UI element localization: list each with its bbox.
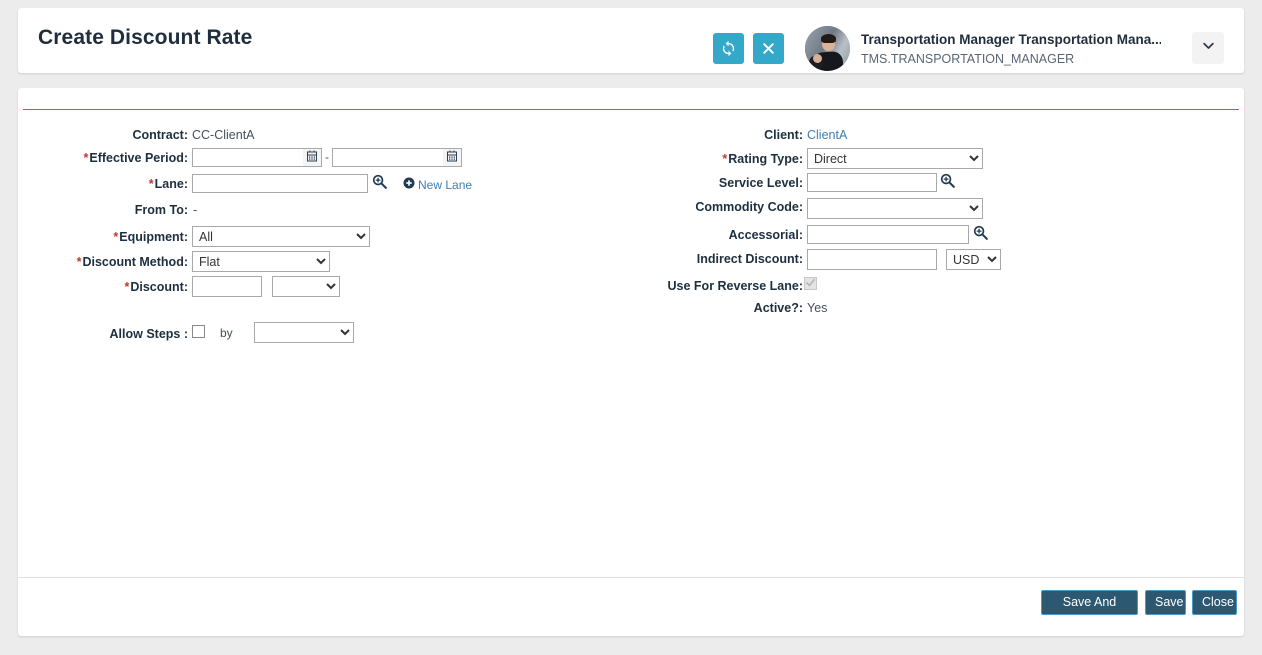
user-menu-button[interactable]: [1192, 32, 1224, 64]
rating-type-label: *Rating Type:: [722, 152, 803, 166]
discount-method-select[interactable]: Flat: [192, 251, 330, 272]
service-level-input[interactable]: [807, 173, 937, 192]
allow-steps-by-label: by: [220, 326, 233, 340]
search-icon: [939, 173, 956, 193]
user-login: TMS.TRANSPORTATION_MANAGER: [861, 52, 1075, 66]
discount-input[interactable]: [192, 276, 262, 297]
search-icon: [972, 225, 989, 245]
allow-steps-checkbox[interactable]: [192, 325, 205, 338]
required-marker: *: [76, 255, 82, 269]
calendar-icon: [446, 149, 458, 167]
app-page: Create Discount Rate Transportation Mana…: [0, 0, 1262, 655]
check-icon: [805, 275, 816, 293]
form-card: Contract: CC-ClientA *Effective Period:: [18, 88, 1244, 636]
lane-label: *Lane:: [148, 177, 188, 191]
client-value-link[interactable]: ClientA: [807, 128, 847, 142]
search-icon: [371, 174, 388, 194]
lane-input[interactable]: [192, 174, 368, 193]
required-marker: *: [722, 152, 728, 166]
required-marker: *: [83, 151, 89, 165]
save-and-copy-button[interactable]: Save And Copy: [1041, 590, 1138, 632]
lane-search-button[interactable]: [371, 173, 388, 190]
service-level-search-button[interactable]: [939, 172, 956, 189]
close-icon: [762, 42, 775, 55]
commodity-code-label: Commodity Code:: [695, 200, 803, 214]
save-button[interactable]: Save: [1145, 590, 1186, 615]
chevron-down-icon: [1201, 38, 1216, 58]
calendar-icon: [306, 149, 318, 167]
footer-divider: [18, 577, 1244, 578]
calendar-icon-to-button[interactable]: [443, 148, 462, 167]
indirect-discount-input[interactable]: [807, 249, 937, 270]
indirect-discount-label: Indirect Discount:: [696, 252, 803, 266]
new-lane-add-icon-button[interactable]: [403, 177, 415, 189]
discount-rate-form: Contract: CC-ClientA *Effective Period:: [18, 110, 1244, 580]
new-lane-link[interactable]: New Lane: [418, 178, 472, 192]
effective-period-separator: -: [325, 150, 329, 164]
equipment-select[interactable]: All: [192, 226, 370, 247]
calendar-icon-from-button[interactable]: [303, 148, 322, 167]
close-button[interactable]: [753, 33, 784, 64]
plus-circle-icon: [403, 176, 415, 193]
equipment-label: *Equipment:: [113, 230, 188, 244]
use-for-reverse-lane-checkbox: [804, 277, 817, 290]
accessorial-search-button[interactable]: [972, 224, 989, 241]
from-to-label: From To:: [134, 203, 188, 217]
page-title: Create Discount Rate: [38, 26, 253, 49]
contract-value: CC-ClientA: [192, 128, 255, 142]
user-name: Transportation Manager Transportation Ma…: [861, 32, 1161, 47]
from-to-value: -: [193, 203, 198, 217]
discount-method-label: *Discount Method:: [76, 255, 188, 269]
use-for-reverse-lane-label: Use For Reverse Lane:: [667, 279, 803, 293]
rating-type-select[interactable]: Direct: [807, 148, 983, 169]
avatar: [805, 26, 850, 71]
required-marker: *: [124, 280, 130, 294]
active-label: Active?:: [753, 301, 803, 315]
close-footer-button[interactable]: Close: [1192, 590, 1237, 615]
required-marker: *: [148, 177, 154, 191]
accessorial-label: Accessorial:: [728, 228, 803, 242]
discount-label: *Discount:: [124, 280, 188, 294]
commodity-code-select[interactable]: [807, 198, 983, 219]
page-header: Create Discount Rate Transportation Mana…: [18, 8, 1244, 73]
active-value: Yes: [807, 301, 828, 315]
indirect-discount-currency-select[interactable]: USD: [946, 249, 1001, 270]
allow-steps-label: Allow Steps :: [109, 327, 188, 341]
refresh-icon: [720, 40, 737, 57]
allow-steps-by-select[interactable]: [254, 322, 354, 343]
accessorial-input[interactable]: [807, 225, 969, 244]
service-level-label: Service Level:: [718, 176, 803, 190]
contract-label: Contract:: [132, 128, 188, 142]
client-label: Client:: [764, 128, 803, 142]
discount-unit-select[interactable]: [272, 276, 340, 297]
effective-period-label: *Effective Period:: [83, 151, 188, 165]
required-marker: *: [113, 230, 119, 244]
refresh-button[interactable]: [713, 33, 744, 64]
